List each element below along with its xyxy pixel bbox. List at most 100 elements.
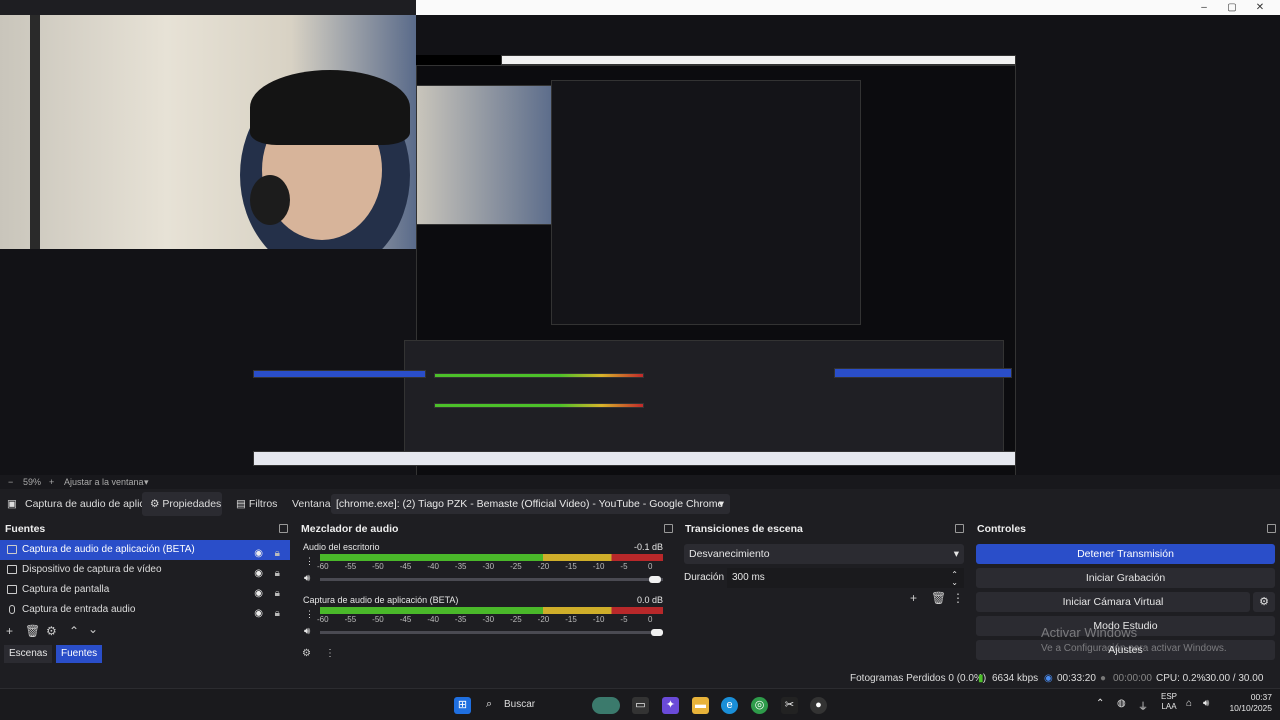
source-settings-button[interactable]: ⚙ <box>46 624 57 638</box>
meter-tick-label: -50 <box>372 615 384 624</box>
stepper-down-icon[interactable]: ⌄ <box>951 573 958 593</box>
minimize-button[interactable]: – <box>1190 0 1218 15</box>
advanced-audio-icon[interactable]: ⚙ <box>302 648 311 659</box>
tray-app-icon[interactable]: ◍ <box>1117 698 1126 709</box>
meter-tick-label: -30 <box>482 615 495 624</box>
eye-icon[interactable]: ◉ <box>254 604 263 624</box>
monitor-icon <box>7 585 17 594</box>
zoom-out-button[interactable]: − <box>8 475 13 489</box>
dock-menu-icon[interactable] <box>664 524 673 533</box>
bitrate: 6634 kbps <box>992 673 1039 684</box>
windows-start-icon[interactable]: ⊞ <box>454 697 471 714</box>
source-label: Captura de entrada audio <box>22 604 136 615</box>
add-source-button[interactable]: + <box>6 624 13 638</box>
widget-icon[interactable] <box>592 697 620 714</box>
capcut-icon[interactable]: ✂ <box>781 697 798 714</box>
task-view-icon[interactable]: ▭ <box>632 697 649 714</box>
meter-tick-label: -60 <box>317 562 329 571</box>
add-transition-button[interactable]: + <box>910 591 917 605</box>
taskbar-search[interactable]: Buscar <box>504 699 535 710</box>
language-indicator[interactable]: ESP LAA <box>1161 692 1177 712</box>
nested-meter-1 <box>434 373 644 378</box>
volume-knob[interactable] <box>649 576 661 583</box>
transitions-title: Transiciones de escena <box>685 523 803 535</box>
camera-icon <box>7 565 17 574</box>
tab-scenes[interactable]: Escenas <box>4 645 53 663</box>
zoom-dropdown-icon[interactable]: ▾ <box>144 475 149 489</box>
meter-tick-label: -40 <box>427 562 439 571</box>
transition-select[interactable]: Desvanecimiento ▾ <box>684 544 964 564</box>
dock-menu-icon[interactable] <box>279 524 288 533</box>
volume-meter <box>320 554 663 561</box>
fit-to-window-label[interactable]: Ajustar a la ventana <box>64 475 144 489</box>
mic-icon <box>9 605 15 614</box>
edge-icon[interactable]: e <box>721 697 738 714</box>
speaker-icon[interactable]: 🔊︎ <box>304 573 310 584</box>
speaker-icon[interactable]: 🔊︎ <box>304 626 310 637</box>
properties-button[interactable]: ⚙ Propiedades <box>142 492 222 516</box>
source-item[interactable]: Captura de audio de aplicación (BETA) ◉ … <box>0 540 290 560</box>
nested-selected-source <box>253 370 426 378</box>
window-label: Ventana <box>292 498 331 510</box>
meter-tick-label: -30 <box>482 562 495 571</box>
mixer-menu-icon[interactable]: ⋮ <box>325 648 335 659</box>
volume-meter <box>320 607 663 614</box>
track-db: 0.0 dB <box>636 595 663 605</box>
gear-icon: ⚙ <box>150 498 163 510</box>
meter-tick-label: -40 <box>427 615 439 624</box>
stop-stream-button[interactable]: Detener Transmisión <box>976 544 1275 564</box>
source-item[interactable]: Captura de entrada audio ◉ 🔒︎ <box>0 600 290 620</box>
virtual-camera-button[interactable]: Iniciar Cámara Virtual <box>976 592 1250 612</box>
duration-input[interactable]: 300 ms ⌃ ⌄ <box>727 568 964 588</box>
nested-obs-docks <box>404 340 1004 455</box>
track-name: Captura de audio de aplicación (BETA) <box>303 595 459 605</box>
tab-sources[interactable]: Fuentes <box>56 645 103 663</box>
source-item[interactable]: Captura de pantalla ◉ 🔒︎ <box>0 580 290 600</box>
close-button[interactable]: ✕ <box>1246 0 1274 15</box>
volume-knob[interactable] <box>651 629 663 636</box>
meter-tick-label: -25 <box>510 615 522 624</box>
dock-menu-icon[interactable] <box>955 524 964 533</box>
clock[interactable]: 00:37 10/10/2025 <box>1222 692 1272 714</box>
search-icon[interactable]: ⌕ <box>486 698 492 711</box>
network-icon[interactable]: ⌂ <box>1186 698 1192 709</box>
track-menu-icon[interactable]: ⋮ <box>305 609 314 620</box>
start-recording-button[interactable]: Iniciar Grabación <box>976 568 1275 588</box>
app-audio-icon <box>7 545 17 554</box>
file-explorer-icon[interactable]: ▬ <box>692 697 709 714</box>
source-item[interactable]: Dispositivo de captura de vídeo ◉ 🔒︎ <box>0 560 290 580</box>
lock-icon[interactable]: 🔒︎ <box>275 604 280 624</box>
zoom-in-button[interactable]: + <box>49 475 54 489</box>
obs-icon[interactable]: ● <box>810 697 827 714</box>
dock-menu-icon[interactable] <box>1267 524 1276 533</box>
usb-icon[interactable]: ⏚ <box>1138 698 1148 713</box>
zoom-level: 59% <box>23 477 42 487</box>
move-down-button[interactable]: ⌄ <box>88 622 98 636</box>
title-bar: – ▢ ✕ <box>416 0 1280 15</box>
nested-taskbar <box>253 451 1016 466</box>
volume-icon[interactable]: 🔊︎ <box>1203 698 1209 709</box>
chrome-icon[interactable]: ◎ <box>751 697 768 714</box>
preview-canvas[interactable] <box>0 15 1280 485</box>
window-select[interactable]: [chrome.exe]: (2) Tiago PZK - Bemaste (O… <box>331 494 730 514</box>
track-menu-icon[interactable]: ⋮ <box>305 556 314 567</box>
copilot-icon[interactable]: ✦ <box>662 697 679 714</box>
virtual-camera-settings-button[interactable]: ⚙ <box>1253 592 1275 612</box>
activate-windows-title: Activar Windows <box>1041 625 1138 640</box>
meter-tick-label: -20 <box>537 615 550 624</box>
maximize-button[interactable]: ▢ <box>1218 0 1246 15</box>
meter-tick-label: -55 <box>344 562 357 571</box>
remove-transition-button[interactable]: 🗑︎ <box>931 591 946 605</box>
meter-tick-label: 0 <box>648 562 653 571</box>
volume-slider[interactable] <box>320 631 663 634</box>
remove-source-button[interactable]: 🗑︎ <box>25 624 40 638</box>
mixer-track: Captura de audio de aplicación (BETA) 0.… <box>303 595 665 645</box>
volume-slider[interactable] <box>320 578 663 581</box>
meter-tick-label: -35 <box>454 615 467 624</box>
transition-menu-icon[interactable]: ⋮ <box>952 591 964 605</box>
filters-button[interactable]: ▤ Filtros <box>228 492 278 516</box>
stream-time: 00:33:20 <box>1057 673 1096 684</box>
tray-chevron-icon[interactable]: ⌃ <box>1096 698 1104 709</box>
move-up-button[interactable]: ⌃ <box>69 624 79 638</box>
clock-time: 00:37 <box>1250 692 1272 702</box>
